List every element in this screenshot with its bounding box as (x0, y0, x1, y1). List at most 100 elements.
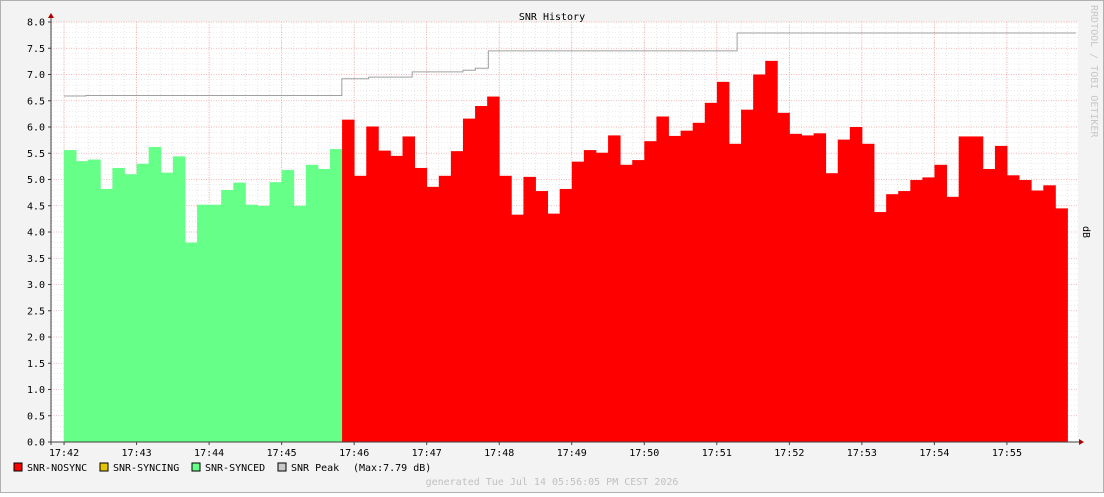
nosync-bar (825, 173, 839, 442)
synced-bar (330, 149, 343, 443)
nosync-bar (982, 169, 996, 442)
nosync-bar (922, 177, 935, 442)
nosync-bar (946, 196, 960, 442)
generated-footer: generated Tue Jul 14 05:56:05 PM CEST 20… (426, 477, 679, 488)
x-tick-label: 17:43 (122, 448, 152, 459)
nosync-bar (704, 102, 718, 442)
legend-label-syncing: SNR-SYNCING (113, 463, 179, 474)
legend-swatch-nosync (13, 462, 23, 472)
nosync-bar (753, 74, 766, 442)
y-tick-label: 4.0 (27, 228, 45, 239)
synced-bar (269, 182, 283, 442)
nosync-bar (426, 186, 440, 442)
synced-bar (197, 204, 210, 442)
x-tick-label: 17:52 (774, 448, 804, 459)
nosync-bar (874, 212, 887, 442)
y-tick-label: 8.0 (27, 18, 45, 29)
nosync-bar (994, 145, 1008, 442)
legend-label-nosync: SNR-NOSYNC (27, 463, 87, 474)
nosync-bar (438, 175, 452, 442)
synced-bar (293, 205, 307, 442)
y-tick-label: 2.0 (27, 333, 45, 344)
synced-bar (305, 164, 319, 443)
y-tick-label: 0.5 (27, 411, 45, 422)
nosync-bar (583, 150, 597, 442)
nosync-bar (849, 127, 863, 442)
legend-swatch-syncing (99, 462, 109, 472)
y-tick-label: 3.0 (27, 280, 45, 291)
y-tick-label: 2.5 (27, 306, 45, 317)
synced-bar (64, 150, 77, 442)
x-tick-label: 17:42 (49, 448, 79, 459)
y-tick-label: 7.0 (27, 70, 45, 81)
legend-peak-max: (Max:7.79 dB) (353, 463, 431, 474)
y-tick-label: 0.0 (27, 438, 45, 449)
x-tick-label: 17:53 (847, 448, 877, 459)
nosync-bar (559, 188, 573, 442)
nosync-bar (571, 161, 585, 442)
legend-swatch-synced (191, 462, 201, 472)
nosync-bar (1007, 175, 1020, 443)
nosync-bar (741, 109, 754, 443)
synced-bar (124, 174, 137, 442)
synced-bar (100, 188, 113, 442)
nosync-bar (511, 214, 524, 442)
x-tick-label: 17:54 (919, 448, 949, 459)
nosync-bar (716, 81, 730, 442)
legend: SNR-NOSYNC SNR-SYNCING SNR-SYNCED SNR Pe… (13, 462, 431, 474)
nosync-bar (898, 191, 911, 442)
nosync-bar (656, 116, 669, 442)
y-axis-arrow (48, 13, 54, 18)
nosync-bar (535, 191, 549, 442)
nosync-bar (813, 133, 827, 443)
x-tick-label: 17:44 (194, 448, 224, 459)
y-tick-label: 1.5 (27, 359, 45, 370)
nosync-bar (777, 112, 790, 442)
nosync-bar (801, 135, 815, 442)
chart-title: SNR History (519, 12, 585, 23)
nosync-bar (595, 152, 609, 442)
x-tick-label: 17:45 (267, 448, 297, 459)
x-tick-label: 17:51 (702, 448, 732, 459)
nosync-bar (450, 151, 464, 442)
y-tick-label: 5.5 (27, 149, 45, 160)
nosync-bar (728, 143, 742, 443)
synced-bar (184, 242, 198, 442)
x-tick-label: 17:47 (412, 448, 442, 459)
nosync-bar (1043, 185, 1056, 442)
nosync-bar (970, 136, 984, 442)
synced-bar (88, 159, 101, 443)
y-tick-label: 7.5 (27, 44, 45, 55)
x-tick-label: 17:46 (339, 448, 369, 459)
y-tick-label: 5.0 (27, 175, 45, 186)
synced-bar (233, 182, 246, 442)
nosync-bar (692, 122, 706, 443)
synced-bar (257, 205, 270, 442)
nosync-bar (934, 164, 948, 443)
chart-frame: SNR History RRDTOOL / TOBI OETIKER dB 0.… (0, 0, 1104, 493)
synced-bar (148, 146, 162, 442)
nosync-bar (1055, 208, 1068, 442)
nosync-bar (789, 133, 802, 442)
nosync-bar (958, 136, 972, 442)
y-tick-label: 1.0 (27, 385, 45, 396)
synced-bar (209, 204, 222, 442)
nosync-bar (414, 167, 428, 442)
x-axis-arrow (1079, 439, 1084, 445)
synced-bar (112, 167, 125, 442)
nosync-bar (487, 96, 500, 443)
nosync-bar (354, 175, 367, 442)
nosync-bar (837, 139, 851, 442)
nosync-bar (499, 175, 512, 442)
snr-history-chart: SNR History RRDTOOL / TOBI OETIKER dB 0.… (13, 5, 1099, 488)
synced-bar (76, 161, 89, 442)
nosync-bar (632, 160, 645, 442)
y-axis-label: dB (1080, 226, 1091, 238)
synced-bar (221, 190, 234, 442)
nosync-bar (765, 60, 778, 442)
synced-bar (281, 170, 295, 443)
nosync-bar (378, 150, 391, 442)
x-tick-label: 17:50 (629, 448, 659, 459)
y-tick-label: 4.5 (27, 201, 45, 212)
nosync-bar (1031, 190, 1044, 442)
